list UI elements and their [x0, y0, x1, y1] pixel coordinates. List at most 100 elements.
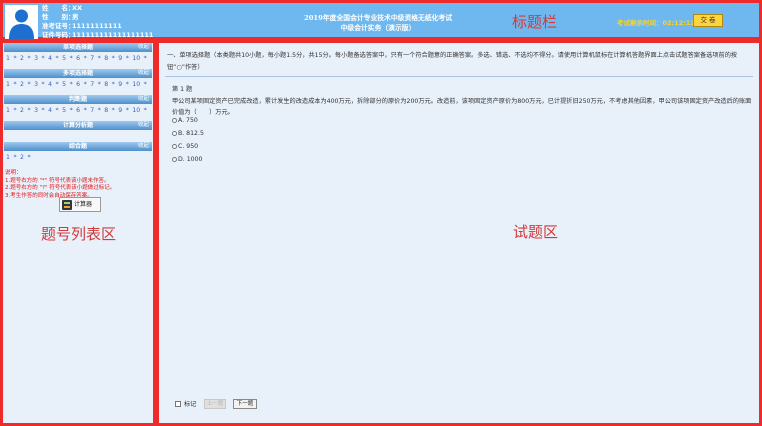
question-link-2[interactable]: 2 * [20, 55, 31, 62]
question-numbers-true-false: 1 * 2 * 3 * 4 * 5 * 6 * 7 * 8 * 9 * 10 * [3, 104, 153, 121]
calculator-label: 计算器 [74, 201, 93, 208]
question-link-5[interactable]: 5 * [62, 55, 73, 62]
question-link-2[interactable]: 2 * [20, 154, 31, 161]
divider [165, 76, 753, 77]
question-link-6[interactable]: 6 * [76, 107, 87, 114]
instructions-notes: 说明： 1.题号右方的 "*" 符号代表该小题未作答。 2.题号右方的 "?" … [3, 168, 153, 200]
candidate-id-row: 证件号码：111111111111111111 [42, 31, 153, 40]
section-header-single-choice[interactable]: 单项选择题 收起 [4, 43, 152, 52]
exam-title-line2: 中级会计实务（演示版） [340, 24, 416, 32]
question-link-10[interactable]: 10 * [132, 55, 146, 62]
section-header-true-false[interactable]: 判断题 收起 [4, 95, 152, 104]
next-question-button[interactable]: 下一题 [233, 399, 257, 409]
question-link-4[interactable]: 4 * [48, 107, 59, 114]
question-number: 5 [62, 81, 67, 88]
question-number: 1 [6, 81, 10, 88]
question-number: 4 [48, 107, 53, 114]
question-number: 1 [6, 55, 10, 62]
question-number: 7 [90, 81, 95, 88]
question-link-1[interactable]: 1 * [6, 107, 17, 114]
question-text: 甲公司某项固定资产已完成改造，累计发生的改造成本为400万元，拆除部分的原价为2… [172, 98, 752, 116]
question-link-7[interactable]: 7 * [90, 107, 101, 114]
question-link-10[interactable]: 10 * [132, 81, 146, 88]
question-link-8[interactable]: 8 * [104, 55, 115, 62]
submit-exam-button[interactable]: 交 卷 [693, 14, 723, 27]
note-line: 2.题号右方的 "?" 符号代表该小题做过标记。 [5, 185, 116, 191]
name-label: 姓 名： [42, 4, 75, 12]
remaining-time: 考试剩余时间：02:12:12 [617, 17, 695, 27]
question-link-7[interactable]: 7 * [90, 81, 101, 88]
option-b[interactable]: B. 812.5 [172, 130, 204, 137]
section-title: 多项选择题 [62, 70, 93, 77]
option-a[interactable]: A. 750 [172, 117, 198, 124]
option-label: A. 750 [178, 117, 198, 124]
question-link-1[interactable]: 1 * [6, 81, 17, 88]
question-number: 5 [62, 107, 67, 114]
question-link-3[interactable]: 3 * [34, 81, 45, 88]
gender-label: 性 别： [42, 13, 75, 21]
radio-button[interactable] [172, 144, 177, 149]
question-number: 8 [104, 55, 109, 62]
question-link-6[interactable]: 6 * [76, 55, 87, 62]
question-number: 4 [48, 81, 53, 88]
name-value: XX [72, 4, 83, 12]
question-number: 第 1 题 [172, 86, 193, 93]
question-link-8[interactable]: 8 * [104, 107, 115, 114]
question-link-1[interactable]: 1 * [6, 55, 17, 62]
question-link-7[interactable]: 7 * [90, 55, 101, 62]
option-c[interactable]: C. 950 [172, 143, 198, 150]
collapse-toggle[interactable]: 收起 [138, 43, 149, 52]
question-link-2[interactable]: 2 * [20, 81, 31, 88]
question-link-3[interactable]: 3 * [34, 107, 45, 114]
collapse-toggle[interactable]: 收起 [138, 95, 149, 104]
gender-value: 男 [72, 13, 79, 21]
question-link-9[interactable]: 9 * [118, 107, 129, 114]
question-area-zone-label: 试题区 [513, 223, 559, 241]
calculator-icon [62, 200, 72, 210]
question-number: 10 [132, 81, 141, 88]
option-d[interactable]: D. 1000 [172, 156, 202, 163]
question-link-9[interactable]: 9 * [118, 55, 129, 62]
calculator-button[interactable]: 计算器 [59, 197, 101, 212]
question-number: 2 [20, 154, 24, 161]
question-number: 1 [6, 107, 10, 114]
question-link-3[interactable]: 3 * [34, 55, 45, 62]
radio-button[interactable] [172, 131, 177, 136]
collapse-toggle[interactable]: 收起 [138, 121, 149, 130]
checkbox[interactable] [175, 401, 181, 407]
previous-question-button[interactable]: 上一题 [204, 399, 226, 409]
section-instructions: 一、单项选择题（本类题共10小题，每小题1.5分，共15分。每小题备选答案中，只… [167, 52, 738, 71]
candidate-name-row: 姓 名：XX [42, 4, 153, 13]
question-link-4[interactable]: 4 * [48, 81, 59, 88]
question-link-2[interactable]: 2 * [20, 107, 31, 114]
section-header-comprehensive[interactable]: 综合题 收起 [4, 142, 152, 151]
radio-button[interactable] [172, 118, 177, 123]
section-title: 综合题 [68, 143, 87, 150]
title-bar: 姓 名：XX 性 别：男 准考证号：11111111111 证件号码：11111… [0, 0, 762, 40]
mark-question-checkbox[interactable]: 标记 [175, 399, 196, 408]
section-header-multi-choice[interactable]: 多项选择题 收起 [4, 69, 152, 78]
question-link-1[interactable]: 1 * [6, 154, 17, 161]
ticket-label: 准考证号： [42, 22, 75, 30]
question-link-8[interactable]: 8 * [104, 81, 115, 88]
note-line: 说明： [5, 170, 22, 176]
section-header-calculation[interactable]: 计算分析题 收起 [4, 121, 152, 130]
user-silhouette-icon [9, 9, 34, 39]
section-title: 单项选择题 [62, 44, 93, 51]
collapse-toggle[interactable]: 收起 [138, 69, 149, 78]
collapse-toggle[interactable]: 收起 [138, 142, 149, 151]
question-link-4[interactable]: 4 * [48, 55, 59, 62]
question-list-panel: 单项选择题 收起 1 * 2 * 3 * 4 * 5 * 6 * 7 * 8 * 9 * 10 * 多项选择题 收起 1 *… [0, 40, 156, 426]
section-title: 判断题 [68, 96, 87, 103]
radio-button[interactable] [172, 157, 177, 162]
question-link-10[interactable]: 10 * [132, 107, 146, 114]
question-link-6[interactable]: 6 * [76, 81, 87, 88]
question-number: 10 [132, 55, 141, 62]
question-link-5[interactable]: 5 * [62, 81, 73, 88]
question-link-5[interactable]: 5 * [62, 107, 73, 114]
candidate-avatar [5, 5, 38, 39]
question-number: 10 [132, 107, 141, 114]
candidate-gender-row: 性 别：男 [42, 13, 153, 22]
timer-value: 02:12:12 [662, 19, 695, 27]
question-link-9[interactable]: 9 * [118, 81, 129, 88]
